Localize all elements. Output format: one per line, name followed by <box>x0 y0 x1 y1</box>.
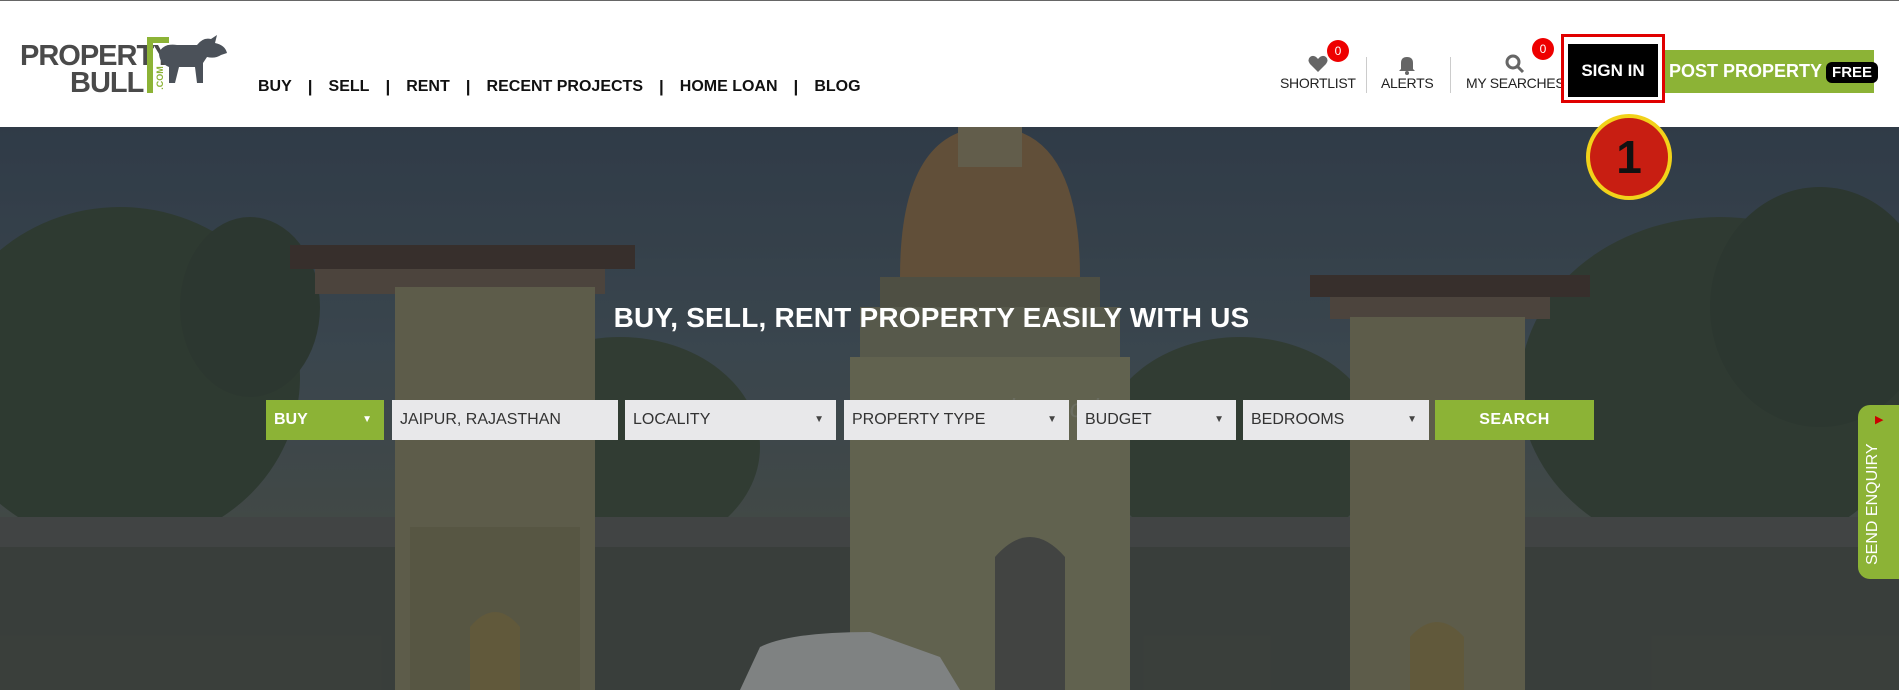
nav-blog[interactable]: BLOG <box>814 78 860 96</box>
my-searches-label: MY SEARCHES <box>1466 75 1565 91</box>
chevron-down-icon: ▼ <box>1407 414 1417 425</box>
logo[interactable]: PROPERTY BULL .COM <box>20 33 227 99</box>
alerts-label: ALERTS <box>1381 75 1434 91</box>
nav-separator: | <box>307 77 313 96</box>
search-icon <box>1505 54 1525 74</box>
step-callout: 1 <box>1586 114 1672 200</box>
chevron-down-icon: ▼ <box>1214 414 1224 425</box>
nav-separator: | <box>659 77 664 96</box>
locality-select-value: LOCALITY <box>633 411 711 428</box>
nav-separator: | <box>793 77 799 96</box>
search-button[interactable]: SEARCH <box>1435 400 1594 440</box>
divider <box>1450 57 1451 93</box>
chevron-down-icon: ▼ <box>1047 414 1057 425</box>
property-type-select[interactable]: PROPERTY TYPE ▼ <box>844 400 1069 440</box>
chevron-down-icon: ▼ <box>814 414 824 425</box>
main-nav: BUY | SELL | RENT | RECENT PROJECTS | HO… <box>258 77 861 97</box>
mode-select[interactable]: BUY ▼ <box>266 400 384 440</box>
shortlist-label: SHORTLIST <box>1280 75 1356 91</box>
alerts-link[interactable]: ALERTS <box>1381 53 1434 91</box>
nav-separator: | <box>385 77 391 96</box>
hero-banner: maple woods BUY, SELL, RENT PROPERTY EAS… <box>0 127 1899 690</box>
shortlist-count-badge: 0 <box>1327 40 1349 62</box>
bell-icon <box>1399 57 1416 75</box>
locality-select[interactable]: LOCALITY ▼ <box>625 400 836 440</box>
nav-rent[interactable]: RENT <box>406 78 450 96</box>
city-input[interactable]: JAIPUR, RAJASTHAN <box>392 400 618 440</box>
send-enquiry-label: SEND ENQUIRY <box>1864 443 1881 565</box>
city-input-value: JAIPUR, RAJASTHAN <box>400 411 561 428</box>
chevron-down-icon: ▼ <box>362 414 372 425</box>
post-property-button[interactable]: POST PROPERTY FREE <box>1665 50 1879 93</box>
site-header: PROPERTY BULL .COM BUY | SELL | RENT | R… <box>0 0 1899 127</box>
bull-icon <box>147 35 227 93</box>
my-searches-count-badge: 0 <box>1532 38 1554 60</box>
nav-separator: | <box>465 77 471 96</box>
divider <box>1366 57 1367 93</box>
budget-select[interactable]: BUDGET ▼ <box>1077 400 1236 440</box>
free-badge: FREE <box>1826 62 1879 83</box>
nav-recent-projects[interactable]: RECENT PROJECTS <box>487 78 643 96</box>
send-enquiry-tab[interactable]: ▶ SEND ENQUIRY <box>1858 405 1899 579</box>
hero-title: BUY, SELL, RENT PROPERTY EASILY WITH US <box>613 302 1250 333</box>
bedrooms-select-value: BEDROOMS <box>1251 411 1345 428</box>
nav-buy[interactable]: BUY <box>258 78 292 96</box>
budget-select-value: BUDGET <box>1085 411 1152 428</box>
mode-select-value: BUY <box>274 411 308 428</box>
bedrooms-select[interactable]: BEDROOMS ▼ <box>1243 400 1429 440</box>
sign-in-button[interactable]: SIGN IN <box>1568 44 1658 97</box>
nav-sell[interactable]: SELL <box>329 78 370 96</box>
nav-home-loan[interactable]: HOME LOAN <box>680 78 778 96</box>
post-property-label: POST PROPERTY <box>1669 61 1823 81</box>
heart-icon <box>1308 55 1328 72</box>
my-searches-link[interactable]: MY SEARCHES <box>1466 53 1565 91</box>
property-type-select-value: PROPERTY TYPE <box>852 411 986 428</box>
